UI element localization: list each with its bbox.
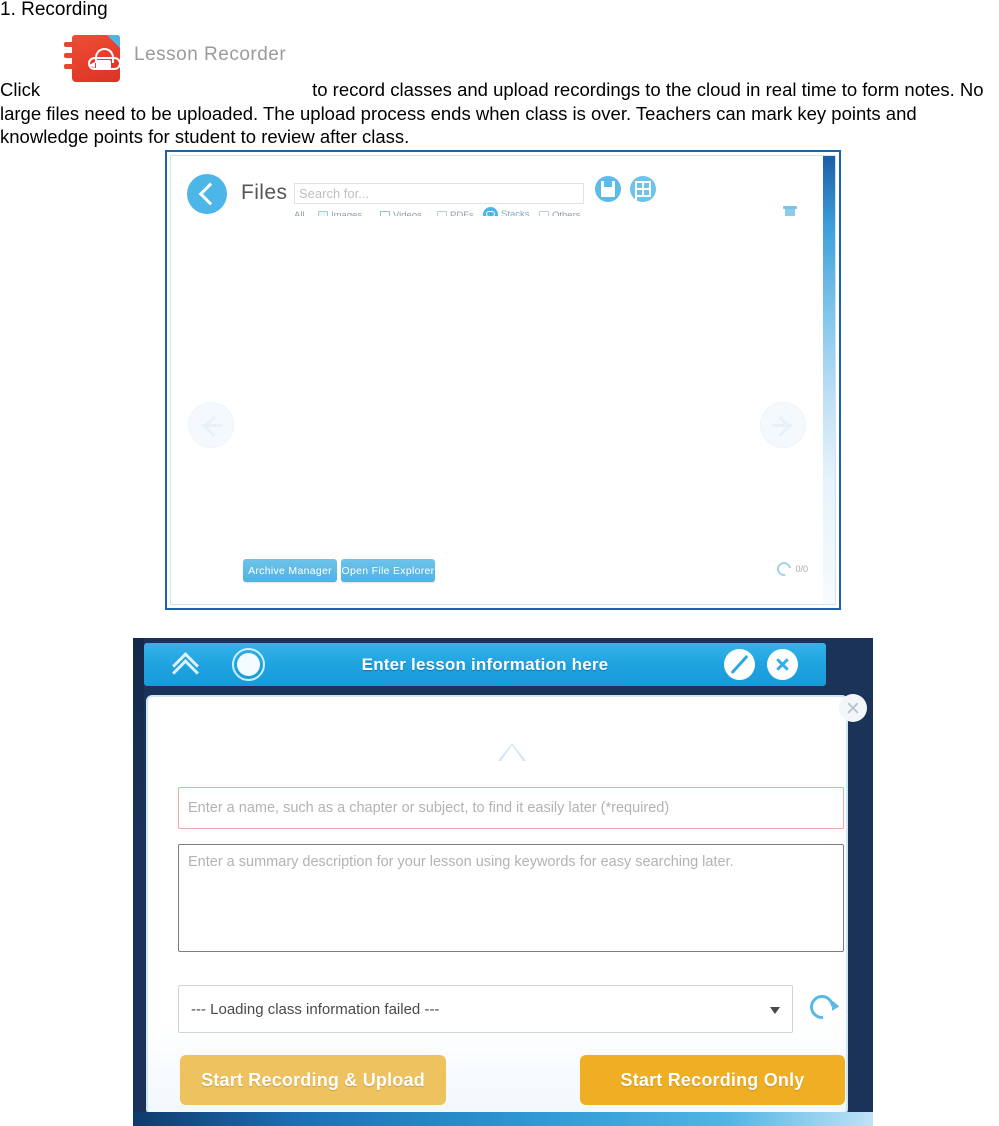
arrow-right-icon[interactable] xyxy=(760,402,806,448)
files-window-right-edge xyxy=(823,156,835,604)
lesson-name-input[interactable]: Enter a name, such as a chapter or subje… xyxy=(178,787,844,829)
files-window: ✕ Files Search for... All Images Videos xyxy=(165,150,841,610)
chevron-down-icon xyxy=(770,1007,780,1014)
save-icon[interactable] xyxy=(595,176,621,202)
files-footer: Archive Manager Open File Explorer 0/0 xyxy=(171,548,823,604)
dialog-left-frame xyxy=(133,638,144,1126)
dialog-header: Enter lesson information here xyxy=(144,643,826,686)
archive-manager-button[interactable]: Archive Manager xyxy=(243,559,337,582)
paragraph-before-text: Click xyxy=(0,79,41,100)
sync-icon[interactable] xyxy=(774,559,795,579)
class-select-dropdown[interactable]: --- Loading class information failed --- xyxy=(178,985,793,1033)
lesson-recorder-badge: Lesson Recorder xyxy=(64,34,300,82)
lesson-information-dialog: Enter lesson information here Enter a na… xyxy=(133,638,873,1126)
page-title: 1. Recording xyxy=(0,0,108,20)
sync-status: 0/0 xyxy=(774,559,808,579)
close-icon[interactable] xyxy=(767,649,798,680)
files-window-inner: ✕ Files Search for... All Images Videos xyxy=(170,155,836,605)
files-title: Files xyxy=(241,181,288,204)
pen-icon[interactable] xyxy=(724,649,755,680)
files-content-area xyxy=(171,216,823,548)
lesson-recorder-label: Lesson Recorder xyxy=(134,44,287,65)
chevron-up-icon[interactable] xyxy=(170,655,204,675)
dialog-bottom-frame xyxy=(133,1112,873,1126)
grid-view-icon[interactable] xyxy=(630,176,656,202)
sync-count-label: 0/0 xyxy=(795,564,808,574)
paragraph-after-text: to record classes and upload recordings … xyxy=(0,79,984,147)
start-recording-only-button[interactable]: Start Recording Only xyxy=(580,1055,845,1105)
icon-placeholder-gap xyxy=(40,95,312,96)
body-paragraph: Click to record classes and upload record… xyxy=(0,78,999,149)
secondary-close-icon[interactable] xyxy=(839,694,867,722)
class-select-value: --- Loading class information failed --- xyxy=(191,1001,440,1018)
lesson-name-placeholder: Enter a name, such as a chapter or subje… xyxy=(188,800,670,816)
reload-icon[interactable] xyxy=(805,990,839,1024)
dialog-body: Enter a name, such as a chapter or subje… xyxy=(146,695,848,1115)
files-header: Files Search for... All Images Videos xyxy=(171,156,823,222)
back-button[interactable] xyxy=(187,174,227,214)
lesson-recorder-icon xyxy=(64,34,121,82)
lesson-description-placeholder: Enter a summary description for your les… xyxy=(188,854,734,870)
search-input[interactable]: Search for... xyxy=(294,183,584,204)
arrow-left-icon[interactable] xyxy=(188,402,234,448)
search-placeholder: Search for... xyxy=(299,186,370,201)
lesson-description-input[interactable]: Enter a summary description for your les… xyxy=(178,844,844,952)
open-file-explorer-button[interactable]: Open File Explorer xyxy=(341,559,435,582)
record-circle-icon[interactable] xyxy=(232,648,265,681)
start-recording-upload-button[interactable]: Start Recording & Upload xyxy=(180,1055,446,1105)
